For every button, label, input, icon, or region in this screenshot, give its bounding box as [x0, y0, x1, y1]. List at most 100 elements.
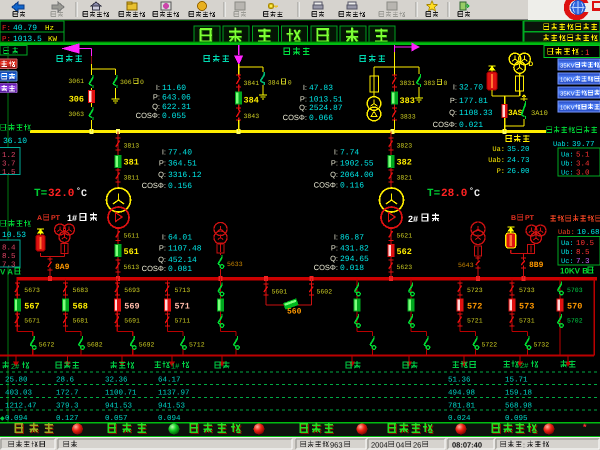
svg-text:◆: ◆ [0, 416, 5, 422]
svg-text:5702: 5702 [567, 318, 583, 325]
svg-text:3A10: 3A10 [531, 110, 548, 118]
svg-text:COSΦ:: COSΦ: [314, 181, 338, 190]
svg-text:159.18: 159.18 [505, 389, 532, 398]
svg-text:7.74: 7.74 [340, 149, 359, 158]
svg-text:C: C [81, 189, 87, 200]
svg-text:0.094: 0.094 [5, 414, 28, 423]
svg-text:08:07:40: 08:07:40 [452, 441, 482, 450]
svg-text:177.81: 177.81 [459, 97, 488, 106]
svg-text:382: 382 [397, 158, 412, 168]
svg-text:8B9: 8B9 [529, 261, 544, 270]
svg-text:573: 573 [519, 302, 534, 312]
svg-text:86.87: 86.87 [340, 234, 364, 243]
svg-text::: : [581, 48, 583, 57]
svg-text:10KV: 10KV [560, 105, 575, 112]
svg-text:568.98: 568.98 [505, 402, 532, 411]
svg-text:3813: 3813 [124, 143, 140, 150]
svg-text:3833: 3833 [400, 114, 416, 121]
svg-text:0.095: 0.095 [505, 414, 528, 423]
svg-text:Q:: Q: [330, 170, 338, 179]
svg-text:1#: 1# [67, 213, 77, 223]
svg-text:10.68: 10.68 [577, 228, 600, 237]
svg-text:28.0: 28.0 [441, 188, 467, 200]
svg-text:569: 569 [124, 302, 139, 312]
svg-text:562: 562 [397, 247, 412, 257]
svg-text:V A: V A [0, 268, 13, 277]
svg-text:3823: 3823 [397, 143, 413, 150]
svg-text:P:: P: [159, 159, 166, 168]
svg-text:24.73: 24.73 [507, 156, 530, 165]
svg-text:384: 384 [244, 96, 259, 106]
svg-text:Ua:: Ua: [492, 146, 505, 154]
svg-text:567: 567 [24, 302, 39, 312]
svg-text:PT: PT [525, 215, 535, 222]
svg-text:383: 383 [400, 96, 415, 106]
svg-text:5613: 5613 [124, 264, 140, 271]
svg-text:26: 26 [413, 441, 421, 450]
svg-text:431.82: 431.82 [340, 245, 369, 254]
svg-text:3831: 3831 [400, 80, 416, 87]
svg-text:32.36: 32.36 [105, 376, 128, 385]
svg-text:F:: F: [2, 25, 11, 33]
svg-text:963: 963 [330, 441, 343, 450]
svg-text:Q:: Q: [449, 108, 457, 117]
svg-text:5711: 5711 [175, 318, 191, 325]
svg-text:COSΦ:: COSΦ: [136, 111, 160, 120]
svg-text:3AS: 3AS [508, 109, 523, 118]
svg-text:560: 560 [287, 308, 302, 317]
svg-text:0.018: 0.018 [340, 264, 364, 273]
svg-text:5682: 5682 [87, 342, 103, 349]
svg-text:Uab:: Uab: [488, 156, 505, 165]
svg-text:Q:: Q: [330, 254, 338, 263]
svg-text:36.10: 36.10 [3, 137, 27, 146]
svg-text:383: 383 [424, 80, 436, 87]
svg-text:1100.71: 1100.71 [105, 389, 137, 398]
svg-text:10KV: 10KV [560, 77, 575, 84]
svg-text:5601: 5601 [272, 289, 288, 296]
svg-text:5602: 5602 [317, 289, 333, 296]
svg-text:5722: 5722 [482, 342, 498, 349]
svg-text:0: 0 [444, 80, 448, 87]
svg-text:P:: P: [331, 159, 338, 168]
svg-text:294.65: 294.65 [340, 255, 369, 264]
svg-text:C: C [474, 189, 480, 200]
svg-text:5.1: 5.1 [576, 152, 590, 160]
svg-text:I:: I: [162, 233, 166, 242]
svg-text:Uab:: Uab: [558, 228, 575, 237]
svg-text:I:: I: [156, 83, 160, 92]
svg-text:Q:: Q: [158, 170, 166, 179]
svg-text:3.7: 3.7 [2, 160, 16, 169]
svg-text:5703: 5703 [567, 287, 583, 294]
svg-text:Uc:: Uc: [561, 258, 574, 266]
svg-text:25.80: 25.80 [5, 376, 28, 385]
svg-text:3821: 3821 [397, 175, 413, 182]
svg-text:561: 561 [124, 247, 139, 257]
svg-text:0.021: 0.021 [459, 121, 483, 130]
svg-text:5693: 5693 [124, 287, 140, 294]
svg-text:Hz: Hz [45, 25, 54, 33]
svg-text:0.057: 0.057 [105, 414, 128, 423]
svg-text:5692: 5692 [139, 342, 155, 349]
svg-text:5683: 5683 [73, 287, 89, 294]
svg-text:643.06: 643.06 [162, 94, 191, 103]
svg-text:77.40: 77.40 [168, 149, 192, 158]
svg-text:452.14: 452.14 [168, 256, 197, 265]
svg-text:5681: 5681 [73, 318, 89, 325]
svg-text:571: 571 [175, 302, 190, 312]
svg-text:0.081: 0.081 [168, 265, 192, 274]
svg-text:10.5: 10.5 [576, 239, 595, 248]
svg-text:2#: 2# [408, 214, 418, 224]
svg-text:5691: 5691 [124, 318, 140, 325]
svg-text:8A9: 8A9 [55, 263, 70, 272]
svg-text:5633: 5633 [227, 261, 243, 268]
svg-text:8.4: 8.4 [2, 244, 16, 253]
svg-text:941.53: 941.53 [105, 402, 133, 411]
svg-text:941.53: 941.53 [158, 402, 186, 411]
svg-text:1.2: 1.2 [2, 151, 16, 160]
svg-text:8.5: 8.5 [576, 248, 590, 257]
svg-text:I:: I: [334, 233, 338, 242]
svg-text:28.6: 28.6 [56, 376, 75, 385]
svg-text:1: 1 [585, 48, 590, 57]
svg-text:306: 306 [120, 79, 132, 86]
svg-text:5733: 5733 [519, 287, 535, 294]
